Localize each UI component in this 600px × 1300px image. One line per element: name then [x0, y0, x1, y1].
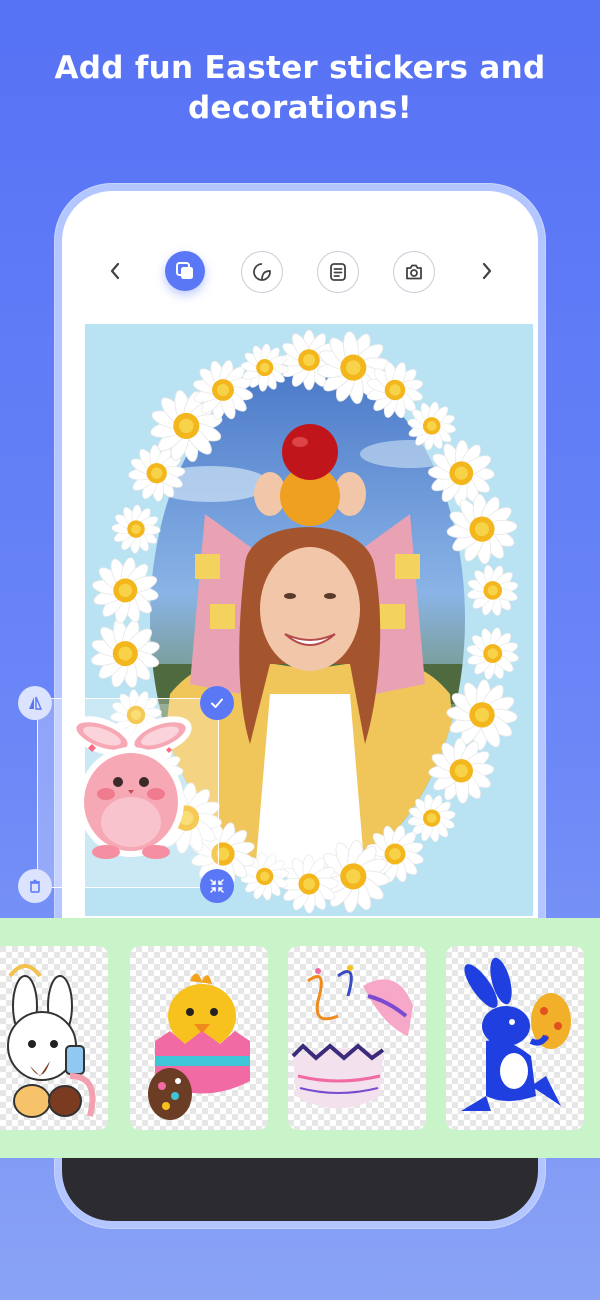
camera-icon[interactable]	[393, 251, 435, 293]
headline: Add fun Easter stickers and decorations!	[54, 50, 546, 126]
resize-icon[interactable]	[200, 869, 234, 903]
pink-bunny-sticker[interactable]	[66, 712, 196, 864]
flip-icon[interactable]	[18, 686, 52, 720]
sticker-card-painted-eggs[interactable]	[288, 946, 426, 1130]
confirm-icon[interactable]	[200, 686, 234, 720]
daisy-flower	[85, 611, 168, 696]
delete-icon[interactable]	[18, 869, 52, 903]
daisy-flower	[455, 553, 530, 628]
blue-bunny-sticker	[461, 957, 571, 1111]
daisy-flower	[101, 495, 171, 564]
forward-arrow-icon[interactable]	[472, 251, 502, 291]
sticker-card-chick-in-egg[interactable]	[130, 946, 268, 1130]
daisy-flower	[458, 619, 527, 688]
text-icon[interactable]	[317, 251, 359, 293]
layers-icon[interactable]	[165, 251, 205, 291]
sticker-card-white-bunny[interactable]	[0, 946, 108, 1130]
sticker-tray	[0, 918, 600, 1158]
editor-toolbar	[62, 246, 538, 296]
daisy-flower	[426, 438, 497, 508]
chick-in-egg-sticker	[148, 973, 250, 1120]
back-arrow-icon[interactable]	[100, 251, 130, 291]
sticker-icon[interactable]	[241, 251, 283, 293]
white-bunny-sticker	[7, 964, 96, 1118]
daisy-flower	[86, 551, 165, 630]
sticker-card-blue-bunny[interactable]	[446, 946, 584, 1130]
painted-eggs-sticker	[291, 965, 413, 1109]
